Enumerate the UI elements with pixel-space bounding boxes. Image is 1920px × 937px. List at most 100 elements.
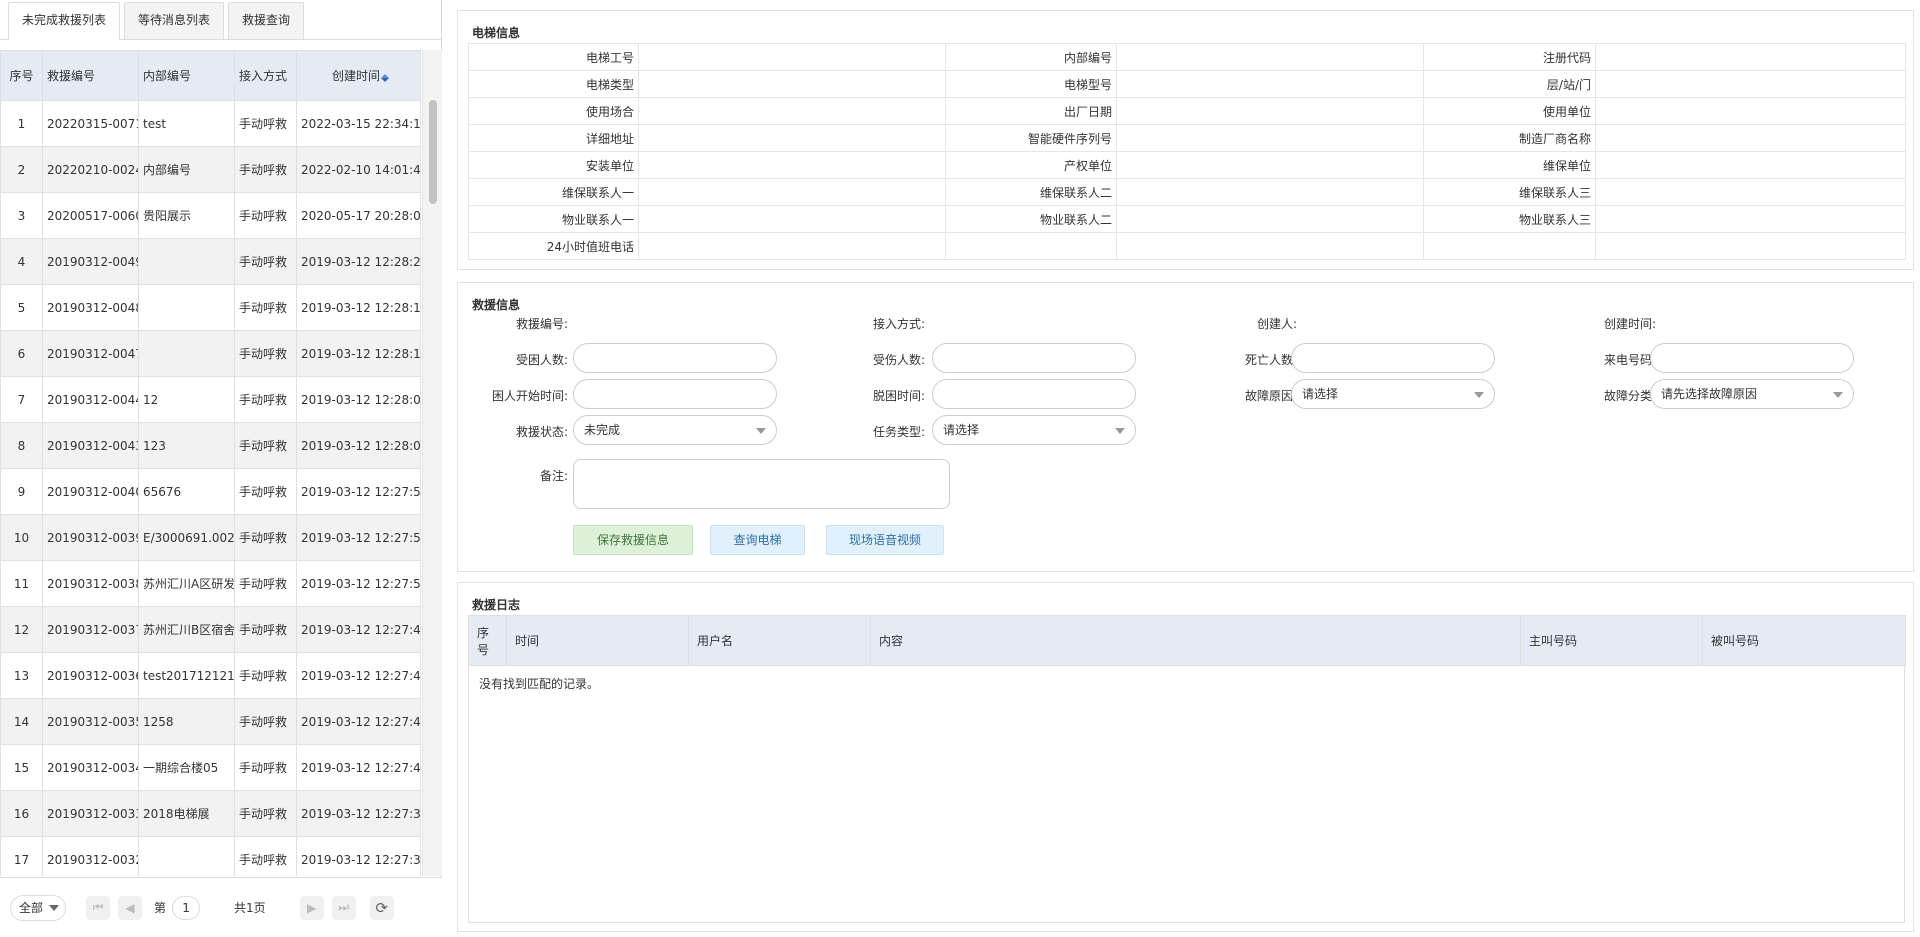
cell-create-time: 2019-03-12 12:28:13 bbox=[296, 330, 421, 377]
info-label: 使用单位 bbox=[1423, 97, 1596, 125]
refresh-button[interactable]: ⟳ bbox=[369, 895, 394, 920]
log-col-caller[interactable]: 主叫号码 bbox=[1520, 615, 1703, 666]
table-row[interactable]: 4 20190312-0049 手动呼救 2019-03-12 12:28:20 bbox=[0, 238, 421, 285]
info-value bbox=[1595, 43, 1906, 71]
cell-index: 1 bbox=[0, 100, 43, 147]
info-label: 维保单位 bbox=[1423, 151, 1596, 179]
label-fault-class: 故障分类: bbox=[1603, 389, 1656, 403]
table-row[interactable]: 8 20190312-0043 123 手动呼救 2019-03-12 12:28:02 bbox=[0, 422, 421, 469]
table-row[interactable]: 17 20190312-0032 手动呼救 2019-03-12 12:27:36 bbox=[0, 836, 421, 876]
cell-internal-no: test2017121212 bbox=[138, 652, 235, 699]
cell-create-time: 2019-03-12 12:27:53 bbox=[296, 514, 421, 561]
cell-rescue-no: 20190312-0043 bbox=[42, 422, 139, 469]
log-col-username[interactable]: 用户名 bbox=[688, 615, 871, 666]
info-label: 24小时值班电话 bbox=[468, 232, 639, 260]
rescue-log-table: 序号 时间 用户名 内容 主叫号码 被叫号码 bbox=[468, 615, 1906, 666]
cell-internal-no: 1258 bbox=[138, 698, 235, 745]
info-value bbox=[638, 205, 946, 233]
fault-reason-select[interactable]: 请选择 bbox=[1291, 379, 1495, 409]
col-header-access-method[interactable]: 接入方式 bbox=[234, 50, 297, 101]
cell-create-time: 2019-03-12 12:28:04 bbox=[296, 376, 421, 423]
cell-index: 2 bbox=[0, 146, 43, 193]
tab-unfinished-rescues[interactable]: 未完成救援列表 bbox=[8, 2, 121, 40]
rescue-grid: 序号 救援编号 内部编号 接入方式 创建时间 1 20220315-0071 tes… bbox=[0, 50, 421, 876]
cell-access-method: 手动呼救 bbox=[234, 192, 297, 239]
first-page-button[interactable]: ⏮ bbox=[86, 895, 110, 920]
cell-index: 6 bbox=[0, 330, 43, 377]
table-row[interactable]: 16 20190312-0033 2018电梯展 手动呼救 2019-03-12 12:… bbox=[0, 790, 421, 837]
cell-access-method: 手动呼救 bbox=[234, 146, 297, 193]
cell-create-time: 2019-03-12 12:27:36 bbox=[296, 836, 421, 876]
cell-create-time: 2019-03-12 12:27:51 bbox=[296, 560, 421, 607]
info-value bbox=[1116, 178, 1424, 206]
table-row[interactable]: 1 20220315-0071 test 手动呼救 2022-03-15 22:34:1… bbox=[0, 100, 421, 147]
table-row[interactable]: 5 20190312-0048 手动呼救 2019-03-12 12:28:17 bbox=[0, 284, 421, 331]
remark-textarea[interactable] bbox=[573, 459, 950, 509]
chevron-down-icon bbox=[49, 904, 60, 911]
col-header-create-time[interactable]: 创建时间 bbox=[296, 50, 421, 101]
info-value bbox=[1116, 205, 1424, 233]
table-row[interactable]: 14 20190312-0035 1258 手动呼救 2019-03-12 12:27:… bbox=[0, 698, 421, 745]
dead-count-input[interactable] bbox=[1291, 343, 1495, 373]
table-row[interactable]: 15 20190312-0034 一期综合楼05 手动呼救 2019-03-12 12:… bbox=[0, 744, 421, 791]
page-number-input[interactable]: 1 bbox=[172, 895, 201, 920]
injured-count-input[interactable] bbox=[932, 343, 1136, 373]
info-row: 安装单位 产权单位 维保单位 bbox=[468, 151, 1906, 179]
last-page-icon: ⏭ bbox=[338, 900, 350, 914]
save-rescue-button[interactable]: 保存救援信息 bbox=[573, 525, 693, 555]
page-size-select[interactable]: 全部 bbox=[10, 894, 66, 921]
info-row: 24小时值班电话 bbox=[468, 232, 1906, 260]
cell-access-method: 手动呼救 bbox=[234, 836, 297, 876]
cell-index: 9 bbox=[0, 468, 43, 515]
cell-rescue-no: 20190312-0040 bbox=[42, 468, 139, 515]
trapped-count-input[interactable] bbox=[573, 343, 777, 373]
prev-page-button[interactable]: ◀ bbox=[118, 895, 142, 920]
cell-internal-no: 65676 bbox=[138, 468, 235, 515]
query-elevator-button[interactable]: 查询电梯 bbox=[710, 525, 805, 555]
live-voice-video-button[interactable]: 现场语音视频 bbox=[826, 525, 944, 555]
table-row[interactable]: 2 20220210-0024 内部编号 手动呼救 2022-02-10 14:01:4… bbox=[0, 146, 421, 193]
cell-access-method: 手动呼救 bbox=[234, 790, 297, 837]
table-row[interactable]: 7 20190312-0044 12 手动呼救 2019-03-12 12:28:04 bbox=[0, 376, 421, 423]
table-row[interactable]: 13 20190312-0036 test2017121212 手动呼救 2019-03… bbox=[0, 652, 421, 699]
pagination-bar: 全部 ⏮ ◀ 第 1 共1页 ▶ ⏭ ⟳ bbox=[0, 877, 442, 937]
cell-internal-no: 123 bbox=[138, 422, 235, 469]
table-row[interactable]: 3 20200517-0060 贵阳展示 手动呼救 2020-05-17 20:28:0… bbox=[0, 192, 421, 239]
log-col-content[interactable]: 内容 bbox=[870, 615, 1521, 666]
tab-rescue-query[interactable]: 救援查询 bbox=[228, 2, 305, 39]
next-page-button[interactable]: ▶ bbox=[299, 895, 324, 920]
table-row[interactable]: 10 20190312-0039 E/3000691.002 手动呼救 2019-03-… bbox=[0, 514, 421, 561]
cell-create-time: 2020-05-17 20:28:00 bbox=[296, 192, 421, 239]
cell-rescue-no: 20190312-0034 bbox=[42, 744, 139, 791]
cell-index: 4 bbox=[0, 238, 43, 285]
cell-index: 11 bbox=[0, 560, 43, 607]
last-page-button[interactable]: ⏭ bbox=[331, 895, 356, 920]
tab-bar: 未完成救援列表 等待消息列表 救援查询 bbox=[0, 0, 441, 40]
log-col-callee[interactable]: 被叫号码 bbox=[1702, 615, 1906, 666]
col-header-index[interactable]: 序号 bbox=[0, 50, 43, 101]
log-col-index[interactable]: 序号 bbox=[468, 615, 507, 666]
escape-time-input[interactable] bbox=[932, 379, 1136, 409]
grid-scrollbar[interactable] bbox=[422, 50, 442, 876]
cell-create-time: 2019-03-12 12:28:17 bbox=[296, 284, 421, 331]
table-row[interactable]: 9 20190312-0040 65676 手动呼救 2019-03-12 12:27:… bbox=[0, 468, 421, 515]
cell-rescue-no: 20190312-0044 bbox=[42, 376, 139, 423]
log-col-time[interactable]: 时间 bbox=[506, 615, 689, 666]
table-row[interactable]: 12 20190312-0037 苏州汇川B区宿舍 手动呼救 2019-03-12 12… bbox=[0, 606, 421, 653]
rescue-status-select[interactable]: 未完成 bbox=[573, 415, 777, 445]
caller-number-input[interactable] bbox=[1650, 343, 1854, 373]
info-value bbox=[1116, 70, 1424, 98]
fault-class-select[interactable]: 请先选择故障原因 bbox=[1650, 379, 1854, 409]
tab-waiting-messages[interactable]: 等待消息列表 bbox=[124, 2, 225, 39]
table-row[interactable]: 6 20190312-0047 手动呼救 2019-03-12 12:28:13 bbox=[0, 330, 421, 377]
trap-start-time-input[interactable] bbox=[573, 379, 777, 409]
cell-create-time: 2019-03-12 12:27:46 bbox=[296, 652, 421, 699]
page-prefix-label: 第 bbox=[154, 901, 167, 915]
cell-rescue-no: 20190312-0037 bbox=[42, 606, 139, 653]
grid-scrollbar-thumb[interactable] bbox=[429, 100, 437, 204]
task-type-select[interactable]: 请选择 bbox=[932, 415, 1136, 445]
table-row[interactable]: 11 20190312-0038 苏州汇川A区研发 手动呼救 2019-03-12 12… bbox=[0, 560, 421, 607]
col-header-rescue-no[interactable]: 救援编号 bbox=[42, 50, 139, 101]
col-header-internal-no[interactable]: 内部编号 bbox=[138, 50, 235, 101]
log-empty-message: 没有找到匹配的记录。 bbox=[479, 677, 600, 691]
